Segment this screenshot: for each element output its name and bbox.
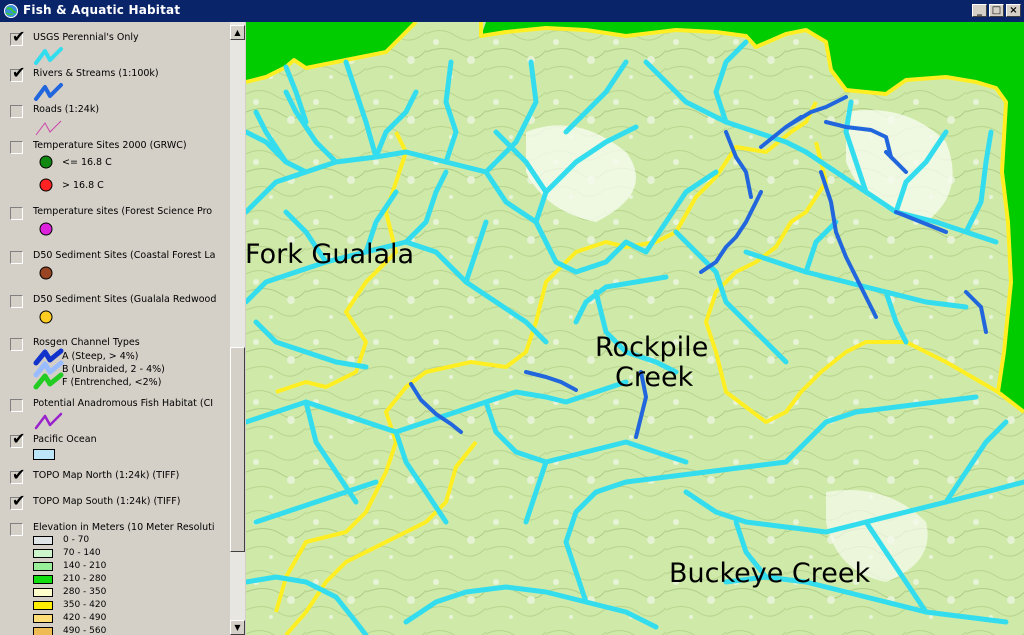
globe-icon: [4, 4, 18, 18]
map-label-creek: Creek: [615, 362, 694, 393]
elevation-swatch: [33, 601, 53, 610]
elevation-class: 70 - 140: [33, 548, 233, 560]
layer-label: TOPO Map North (1:24k) (TIFF): [33, 470, 180, 481]
elevation-swatch: [33, 588, 53, 597]
layer-checkbox[interactable]: ✔: [10, 431, 25, 448]
layer-checkbox[interactable]: [10, 105, 23, 118]
red-circle-icon: [39, 178, 53, 192]
window-title: Fish & Aquatic Habitat: [23, 3, 181, 17]
layer-checkbox[interactable]: [10, 251, 23, 264]
elevation-class-label: 280 - 350: [63, 587, 107, 597]
elevation-class-label: 210 - 280: [63, 574, 107, 584]
close-button[interactable]: ×: [1006, 4, 1021, 17]
elevation-swatch: [33, 575, 53, 584]
elevation-class-label: 490 - 560: [63, 626, 107, 635]
layer-checkbox[interactable]: [10, 399, 23, 412]
class-label: > 16.8 C: [62, 180, 104, 191]
layer-checkbox[interactable]: ✔: [10, 467, 25, 484]
layer-label: TOPO Map South (1:24k) (TIFF): [33, 496, 181, 507]
class-label: <= 16.8 C: [62, 157, 112, 168]
scroll-down-arrow-icon[interactable]: ▼: [230, 620, 245, 635]
elevation-class: 420 - 490: [33, 613, 233, 625]
road-symbol: [35, 120, 62, 136]
map-label-rockpile: Rockpile: [595, 332, 709, 363]
green-circle-icon: [39, 155, 53, 169]
scroll-up-arrow-icon[interactable]: ▲: [230, 25, 245, 40]
layer-checkbox[interactable]: [10, 295, 23, 308]
layer-label: Rivers & Streams (1:100k): [33, 68, 159, 79]
layer-label: Elevation in Meters (10 Meter Resoluti: [33, 522, 215, 533]
checkmark-icon: ✔: [12, 63, 26, 82]
elevation-class-label: 140 - 210: [63, 561, 107, 571]
elevation-class: 490 - 560: [33, 626, 233, 635]
elevation-class-label: 420 - 490: [63, 613, 107, 623]
elevation-class: 280 - 350: [33, 587, 233, 599]
elevation-swatch: [33, 549, 53, 558]
elevation-class: 210 - 280: [33, 574, 233, 586]
layer-label: D50 Sediment Sites (Coastal Forest La: [33, 250, 216, 261]
class-label: A (Steep, > 4%): [62, 351, 139, 362]
elevation-class: 0 - 70: [33, 535, 233, 547]
scroll-thumb[interactable]: [230, 347, 245, 552]
elevation-swatch: [33, 562, 53, 571]
river-symbol: [34, 83, 63, 101]
class-label: B (Unbraided, 2 - 4%): [62, 364, 165, 375]
legend-scrollbar[interactable]: ▲ ▼: [230, 22, 245, 635]
map-canvas[interactable]: [246, 22, 1024, 635]
layer-label: Temperature Sites 2000 (GRWC): [33, 140, 187, 151]
layer-checkbox[interactable]: [10, 523, 23, 536]
layer-checkbox[interactable]: ✔: [10, 29, 25, 46]
elevation-class: 140 - 210: [33, 561, 233, 573]
map-label-buckeye-creek: Buckeye Creek: [669, 558, 871, 589]
title-bar: Fish & Aquatic Habitat _ □ ×: [0, 0, 1024, 22]
layer-label: Pacific Ocean: [33, 434, 97, 445]
layer-legend: ✔ USGS Perennial's Only ✔ Rivers & Strea…: [0, 22, 246, 635]
elevation-swatch: [33, 614, 53, 623]
class-label: F (Entrenched, <2%): [62, 377, 162, 388]
checkmark-icon: ✔: [12, 429, 26, 448]
yellow-circle-icon: [39, 310, 53, 324]
layer-label: Temperature sites (Forest Science Pro: [33, 206, 213, 217]
elevation-class-label: 350 - 420: [63, 600, 107, 610]
layer-label: D50 Sediment Sites (Gualala Redwood: [33, 294, 217, 305]
layer-label: Roads (1:24k): [33, 104, 100, 115]
elevation-swatch: [33, 627, 53, 635]
layer-checkbox[interactable]: [10, 207, 23, 220]
layer-label: USGS Perennial's Only: [33, 32, 139, 43]
ocean-swatch: [33, 449, 55, 460]
layer-label: Potential Anadromous Fish Habitat (CI: [33, 398, 214, 409]
checkmark-icon: ✔: [12, 491, 26, 510]
elevation-swatch: [33, 536, 53, 545]
map-view[interactable]: Fork Gualala Rockpile Creek Buckeye Cree…: [246, 22, 1024, 635]
checkmark-icon: ✔: [12, 27, 26, 46]
maximize-button[interactable]: □: [989, 4, 1004, 17]
anadromous-habitat-symbol: [34, 412, 63, 430]
layer-label: Rosgen Channel Types: [33, 337, 140, 348]
layer-checkbox[interactable]: [10, 338, 23, 351]
elevation-class-label: 70 - 140: [63, 548, 101, 558]
minimize-button[interactable]: _: [972, 4, 987, 17]
layer-checkbox[interactable]: ✔: [10, 65, 25, 82]
layer-checkbox[interactable]: [10, 141, 23, 154]
map-label-fork-gualala: Fork Gualala: [246, 239, 415, 270]
checkmark-icon: ✔: [12, 465, 26, 484]
brown-circle-icon: [39, 266, 53, 280]
elevation-class: 350 - 420: [33, 600, 233, 612]
elevation-class-label: 0 - 70: [63, 535, 90, 545]
layer-checkbox[interactable]: ✔: [10, 493, 25, 510]
magenta-circle-icon: [39, 222, 53, 236]
perennial-stream-symbol: [34, 47, 63, 65]
